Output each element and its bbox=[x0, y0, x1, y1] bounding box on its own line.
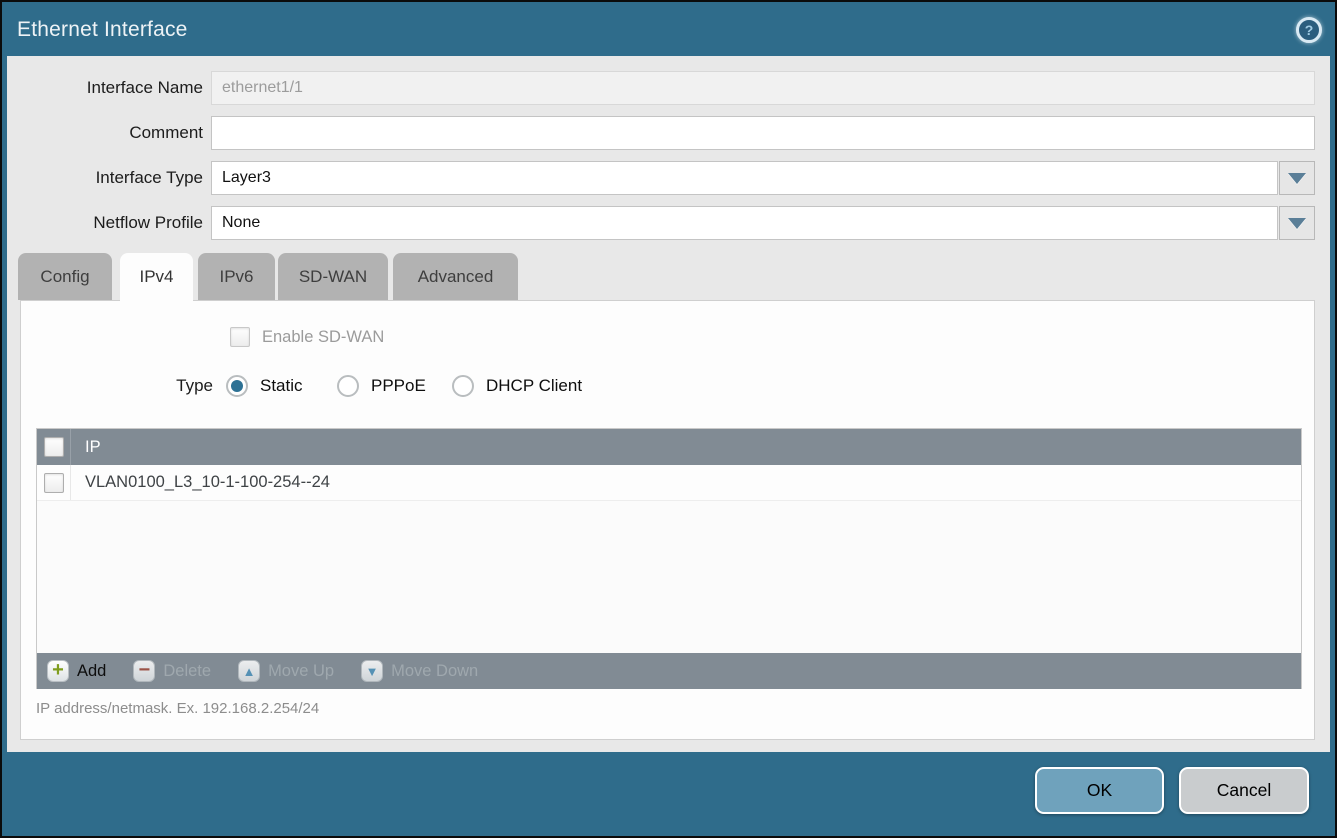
tab-ipv6-label: IPv6 bbox=[219, 267, 253, 286]
tab-config[interactable]: Config bbox=[18, 253, 112, 300]
chevron-down-icon bbox=[1288, 173, 1306, 184]
radio-dhcp-client-control[interactable] bbox=[452, 375, 474, 397]
move-down-button-label: Move Down bbox=[391, 662, 478, 681]
radio-static-label: Static bbox=[260, 376, 303, 396]
help-icon[interactable]: ? bbox=[1296, 17, 1322, 43]
interface-type-dropdown[interactable]: Layer3 bbox=[211, 161, 1315, 195]
row-checkbox-cell bbox=[37, 465, 71, 500]
select-all-checkbox[interactable] bbox=[44, 437, 64, 457]
tab-advanced-label: Advanced bbox=[418, 267, 494, 286]
row-checkbox[interactable] bbox=[44, 473, 64, 493]
arrow-up-icon: ▲ bbox=[238, 660, 260, 682]
table-row[interactable]: VLAN0100_L3_10-1-100-254--24 bbox=[37, 465, 1301, 501]
tab-config-label: Config bbox=[40, 267, 89, 286]
type-label: Type bbox=[21, 373, 213, 399]
table-toolbar: + Add − Delete ▲ Move Up ▼ Move Down bbox=[37, 653, 1301, 689]
radio-pppoe-label: PPPoE bbox=[371, 376, 426, 396]
delete-button[interactable]: − Delete bbox=[133, 660, 211, 682]
question-mark-glyph: ? bbox=[1305, 22, 1314, 38]
tab-strip: Config IPv4 IPv6 SD-WAN Advanced bbox=[18, 253, 538, 302]
add-button-label: Add bbox=[77, 662, 106, 681]
interface-name-row: Interface Name bbox=[7, 71, 1315, 105]
dialog-body: Interface Name Comment Interface Type La… bbox=[7, 56, 1330, 752]
tab-sd-wan-label: SD-WAN bbox=[299, 267, 367, 286]
interface-type-row: Interface Type Layer3 bbox=[7, 161, 1315, 195]
ip-column-header: IP bbox=[71, 438, 101, 457]
netflow-profile-row: Netflow Profile None bbox=[7, 206, 1315, 240]
minus-icon: − bbox=[133, 660, 155, 682]
interface-type-value[interactable]: Layer3 bbox=[211, 161, 1278, 195]
interface-type-dropdown-button[interactable] bbox=[1279, 161, 1315, 195]
tab-sd-wan[interactable]: SD-WAN bbox=[278, 253, 388, 300]
dialog-title-bar: Ethernet Interface ? bbox=[2, 2, 1335, 56]
radio-pppoe[interactable]: PPPoE bbox=[337, 373, 426, 399]
type-row: Type Static PPPoE DHCP Client bbox=[21, 373, 1314, 399]
dialog-title: Ethernet Interface bbox=[17, 2, 188, 56]
netflow-profile-dropdown[interactable]: None bbox=[211, 206, 1315, 240]
cancel-button[interactable]: Cancel bbox=[1179, 767, 1309, 814]
plus-icon: + bbox=[47, 660, 69, 682]
ip-table-header: IP bbox=[37, 429, 1301, 465]
table-empty-area bbox=[37, 501, 1301, 653]
tab-ipv4[interactable]: IPv4 bbox=[120, 253, 193, 302]
tab-advanced[interactable]: Advanced bbox=[393, 253, 518, 300]
netflow-profile-value[interactable]: None bbox=[211, 206, 1278, 240]
radio-static-control[interactable] bbox=[226, 375, 248, 397]
ethernet-interface-dialog: Ethernet Interface ? Interface Name Comm… bbox=[0, 0, 1337, 838]
ip-helper-text: IP address/netmask. Ex. 192.168.2.254/24 bbox=[36, 700, 319, 717]
tab-ipv6[interactable]: IPv6 bbox=[198, 253, 275, 300]
radio-dhcp-client-label: DHCP Client bbox=[486, 376, 582, 396]
ip-table: IP VLAN0100_L3_10-1-100-254--24 + Add bbox=[36, 428, 1302, 689]
comment-row: Comment bbox=[7, 116, 1315, 150]
interface-name-label: Interface Name bbox=[7, 71, 203, 105]
move-down-button[interactable]: ▼ Move Down bbox=[361, 660, 478, 682]
comment-label: Comment bbox=[7, 116, 203, 150]
radio-static[interactable]: Static bbox=[226, 373, 303, 399]
select-all-column bbox=[37, 429, 71, 465]
enable-sdwan-label: Enable SD-WAN bbox=[262, 328, 384, 347]
interface-name-input bbox=[211, 71, 1315, 105]
delete-button-label: Delete bbox=[163, 662, 211, 681]
radio-dhcp-client[interactable]: DHCP Client bbox=[452, 373, 582, 399]
comment-input[interactable] bbox=[211, 116, 1315, 150]
ipv4-tab-panel: Enable SD-WAN Type Static PPPoE DHCP Cli… bbox=[20, 300, 1315, 740]
radio-pppoe-control[interactable] bbox=[337, 375, 359, 397]
enable-sdwan-checkbox[interactable] bbox=[230, 327, 250, 347]
interface-type-label: Interface Type bbox=[7, 161, 203, 195]
move-up-button-label: Move Up bbox=[268, 662, 334, 681]
netflow-profile-label: Netflow Profile bbox=[7, 206, 203, 240]
netflow-profile-dropdown-button[interactable] bbox=[1279, 206, 1315, 240]
chevron-down-icon bbox=[1288, 218, 1306, 229]
ip-cell[interactable]: VLAN0100_L3_10-1-100-254--24 bbox=[71, 473, 330, 492]
tab-ipv4-label: IPv4 bbox=[139, 267, 173, 286]
arrow-down-icon: ▼ bbox=[361, 660, 383, 682]
ok-button[interactable]: OK bbox=[1035, 767, 1164, 814]
add-button[interactable]: + Add bbox=[47, 660, 106, 682]
move-up-button[interactable]: ▲ Move Up bbox=[238, 660, 334, 682]
enable-sdwan-row: Enable SD-WAN bbox=[230, 326, 384, 348]
